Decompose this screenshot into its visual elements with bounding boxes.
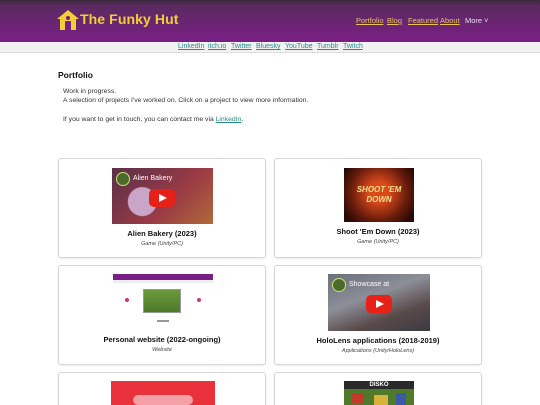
thumb-logo-shape <box>133 395 193 405</box>
thumbnail-project-6[interactable]: DISKO <box>344 381 414 405</box>
social-links-bar: LinkedIn itch.io Twitter Bluesky YouTube… <box>0 42 540 53</box>
intro-line-2: A selection of projects I've worked on. … <box>63 97 309 104</box>
video-thumbnail-alien-bakery[interactable]: Alien Bakery <box>112 168 213 224</box>
contact-prefix: If you want to get in touch, you can con… <box>63 116 216 123</box>
nav-blog[interactable]: Blog <box>387 16 402 25</box>
thumb-title-line-1: SHOOT 'EM <box>356 185 402 194</box>
mini-dots <box>157 320 169 322</box>
nav-about[interactable]: About <box>440 16 460 25</box>
link-linkedin[interactable]: LinkedIn <box>178 43 204 50</box>
link-bluesky[interactable]: Bluesky <box>256 43 281 50</box>
link-itchio[interactable]: itch.io <box>208 43 226 50</box>
mini-linkbar <box>113 280 213 283</box>
link-tumblr[interactable]: Tumblr <box>317 43 339 50</box>
project-title[interactable]: HoloLens applications (2018-2019) <box>275 336 481 345</box>
project-subtitle: Website <box>152 347 172 353</box>
thumb-block-3 <box>396 393 406 405</box>
contact-linkedin-link[interactable]: LinkedIn <box>216 116 242 123</box>
project-card-hololens[interactable]: Showcase at HoloLens applications (2018-… <box>274 265 482 365</box>
project-subtitle: Game (Unity/PC) <box>141 241 183 247</box>
thumbnail-personal-website[interactable] <box>113 274 213 332</box>
thumb-block-1 <box>352 393 364 403</box>
project-title[interactable]: Shoot 'Em Down (2023) <box>275 227 481 236</box>
thumbnail-project-5[interactable] <box>111 381 215 405</box>
thumb-title: DISKO <box>369 382 389 388</box>
nav-portfolio[interactable]: Portfolio <box>356 16 384 25</box>
video-thumbnail-hololens[interactable]: Showcase at <box>328 274 430 331</box>
intro-line-1: Work in progress. <box>63 88 117 95</box>
nav-more-dropdown[interactable]: More ˅ <box>465 16 489 25</box>
link-twitter[interactable]: Twitter <box>231 43 252 50</box>
channel-avatar-icon <box>116 172 130 186</box>
mini-content-image <box>143 289 181 313</box>
next-arrow-icon <box>197 298 201 302</box>
project-card-shoot-em-down[interactable]: SHOOT 'EM DOWN Shoot 'Em Down (2023) Gam… <box>274 158 482 258</box>
contact-suffix: . <box>241 116 244 123</box>
project-title[interactable]: Personal website (2022-ongoing) <box>59 335 265 344</box>
nav-featured[interactable]: Featured <box>408 16 438 25</box>
prev-arrow-icon <box>125 298 129 302</box>
video-caption: Showcase at <box>349 281 390 288</box>
thumb-block-2 <box>374 395 388 405</box>
project-card-alien-bakery[interactable]: Alien Bakery Alien Bakery (2023) Game (U… <box>58 158 266 258</box>
project-card-5[interactable] <box>58 372 266 405</box>
thumb-title-line-2: DOWN <box>366 195 392 204</box>
site-title[interactable]: The Funky Hut <box>80 11 179 27</box>
funky-hut-logo-icon[interactable] <box>56 9 80 31</box>
link-youtube[interactable]: YouTube <box>285 43 313 50</box>
link-twitch[interactable]: Twitch <box>343 43 363 50</box>
page-title: Portfolio <box>58 70 93 80</box>
thumbnail-shoot-em-down[interactable]: SHOOT 'EM DOWN <box>344 168 414 222</box>
channel-avatar-icon <box>332 278 346 292</box>
video-caption: Alien Bakery <box>133 175 173 182</box>
project-subtitle: Game (Unity/PC) <box>357 239 399 245</box>
project-subtitle: Applications (Unity/HoloLens) <box>341 348 415 354</box>
project-card-personal-website[interactable]: Personal website (2022-ongoing) Website <box>58 265 266 365</box>
contact-line: If you want to get in touch, you can con… <box>63 116 243 123</box>
project-title[interactable]: Alien Bakery (2023) <box>59 229 265 238</box>
site-header: The Funky Hut Portfolio Blog Featured Ab… <box>0 0 540 42</box>
youtube-play-icon[interactable] <box>366 295 392 313</box>
project-card-6[interactable]: DISKO <box>274 372 482 405</box>
youtube-play-icon[interactable] <box>149 189 175 207</box>
